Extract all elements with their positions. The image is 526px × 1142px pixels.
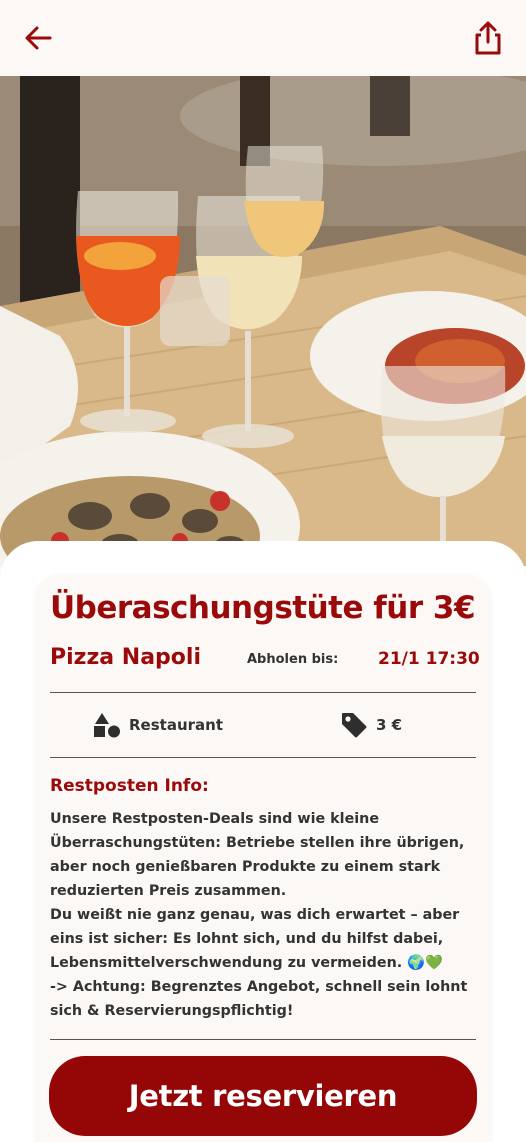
- reserve-button[interactable]: Jetzt reservieren: [49, 1056, 477, 1136]
- info-line: Überraschungstüten: Betriebe stellen ihr…: [50, 835, 465, 851]
- info-line: sich & Reservierungspflichtig!: [50, 1003, 294, 1019]
- info-heading: Restposten Info:: [50, 776, 209, 796]
- share-button[interactable]: [468, 18, 508, 58]
- price-label: 3 €: [376, 716, 403, 734]
- info-body: Unsere Restposten-Deals sind wie kleine …: [50, 807, 480, 1023]
- info-line: Unsere Restposten-Deals sind wie kleine: [50, 811, 380, 827]
- info-line: aber noch genießbaren Produkte zu einem …: [50, 859, 441, 875]
- category-info: Restaurant: [93, 710, 223, 740]
- info-line: Lebensmittelverschwendung zu vermeiden. …: [50, 955, 443, 971]
- top-bar: [0, 0, 526, 76]
- shapes-icon: [94, 713, 120, 738]
- arrow-left-icon: [25, 26, 52, 50]
- info-line: eins ist sicher: Es lohnt sich, und du h…: [50, 931, 444, 947]
- offer-title: Überaschungstüte für 3€: [50, 590, 476, 626]
- divider: [50, 757, 476, 758]
- price-tag-icon: [342, 713, 367, 738]
- info-line: -> Achtung: Begrenztes Angebot, schnell …: [50, 979, 468, 995]
- info-line: reduzierten Preis zusammen.: [50, 883, 287, 899]
- store-name: Pizza Napoli: [50, 645, 201, 670]
- divider: [50, 692, 476, 693]
- back-button[interactable]: [18, 18, 58, 58]
- price-info: 3 €: [340, 710, 402, 740]
- hero-image: [0, 76, 526, 566]
- pickup-label: Abholen bis:: [247, 652, 339, 667]
- divider: [50, 1039, 476, 1040]
- category-label: Restaurant: [129, 716, 223, 734]
- share-icon: [475, 21, 501, 55]
- pickup-time: 21/1 17:30: [378, 649, 480, 669]
- info-line: Du weißt nie ganz genau, was dich erwart…: [50, 907, 460, 923]
